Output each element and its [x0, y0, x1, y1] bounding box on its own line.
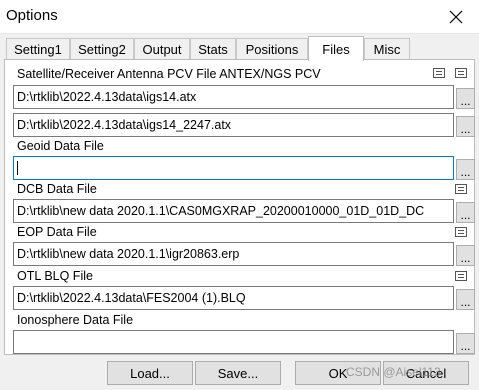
view-file-icon[interactable]	[455, 227, 467, 237]
tab-files[interactable]: Files	[308, 36, 364, 61]
tab-output[interactable]: Output	[134, 38, 190, 59]
watermark: CSDN @Aisel113	[346, 365, 441, 379]
geoid-label: Geoid Data File	[17, 139, 104, 153]
browse-button[interactable]: ...	[456, 202, 475, 223]
view-file-icon[interactable]	[455, 184, 467, 194]
title-bar: Options	[0, 0, 479, 34]
view-file-icon[interactable]	[455, 271, 467, 281]
otl-field[interactable]: D:\rtklib\2022.4.13data\FES2004 (1).BLQ	[13, 286, 454, 310]
tab-misc[interactable]: Misc	[364, 38, 410, 59]
browse-button[interactable]: ...	[456, 333, 475, 354]
browse-button[interactable]: ...	[456, 159, 475, 180]
browse-button[interactable]: ...	[456, 289, 475, 310]
browse-button[interactable]: ...	[456, 245, 475, 266]
browse-button[interactable]: ...	[456, 116, 475, 137]
load-button[interactable]: Load...	[107, 361, 193, 385]
dcb-label: DCB Data File	[17, 182, 97, 196]
view-file-icon[interactable]	[455, 68, 467, 78]
geoid-field[interactable]	[13, 156, 454, 180]
dcb-field[interactable]: D:\rtklib\new data 2020.1.1\CAS0MGXRAP_2…	[13, 199, 454, 223]
window-title: Options	[6, 7, 58, 24]
files-panel: Satellite/Receiver Antenna PCV File ANTE…	[4, 59, 475, 355]
tab-positions[interactable]: Positions	[236, 38, 308, 59]
tab-stats[interactable]: Stats	[190, 38, 236, 59]
text-caret	[17, 161, 18, 175]
iono-label: Ionosphere Data File	[17, 313, 134, 327]
iono-field[interactable]	[13, 330, 454, 354]
browse-button[interactable]: ...	[456, 88, 475, 109]
view-file-icon[interactable]	[433, 68, 445, 78]
tab-setting2[interactable]: Setting2	[70, 38, 134, 59]
antenna-label: Satellite/Receiver Antenna PCV File ANTE…	[17, 67, 321, 81]
eop-field[interactable]: D:\rtklib\new data 2020.1.1\igr20863.erp	[13, 242, 454, 266]
eop-label: EOP Data File	[17, 225, 97, 239]
antenna-sat-field[interactable]: D:\rtklib\2022.4.13data\igs14.atx	[13, 85, 454, 109]
close-icon	[449, 10, 463, 23]
save-button[interactable]: Save...	[195, 361, 281, 385]
tab-strip: Setting1 Setting2 Output Stats Positions…	[4, 36, 475, 61]
close-button[interactable]	[433, 0, 479, 33]
antenna-rcv-field[interactable]: D:\rtklib\2022.4.13data\igs14_2247.atx	[13, 113, 454, 137]
otl-label: OTL BLQ File	[17, 269, 93, 283]
tab-setting1[interactable]: Setting1	[6, 38, 70, 59]
